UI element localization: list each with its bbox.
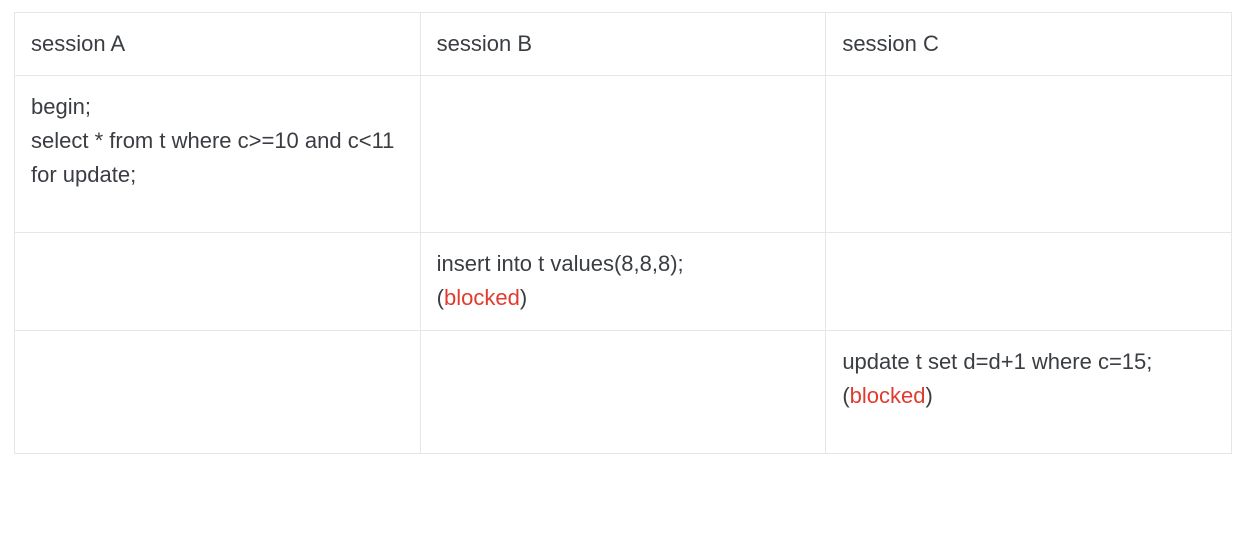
table-row: update t set d=d+1 where c=15;(blocked) [15,330,1232,453]
cell-c1 [826,233,1232,330]
cell-a1 [15,233,421,330]
table-row: insert into t values(8,8,8);(blocked) [15,233,1232,330]
table-header-row: session A session B session C [15,13,1232,76]
col-header-session-a: session A [15,13,421,76]
col-header-session-b: session B [420,13,826,76]
table-row: begin;select * from t where c>=10 and c<… [15,76,1232,233]
status-blocked: blocked [444,285,520,310]
cell-b1: insert into t values(8,8,8);(blocked) [420,233,826,330]
cell-a0: begin;select * from t where c>=10 and c<… [15,76,421,233]
cell-c2: update t set d=d+1 where c=15;(blocked) [826,330,1232,453]
cell-a2 [15,330,421,453]
status-blocked: blocked [850,383,926,408]
cell-b2 [420,330,826,453]
cell-b0 [420,76,826,233]
session-table: session A session B session C begin;sele… [14,12,1232,454]
cell-c0 [826,76,1232,233]
col-header-session-c: session C [826,13,1232,76]
